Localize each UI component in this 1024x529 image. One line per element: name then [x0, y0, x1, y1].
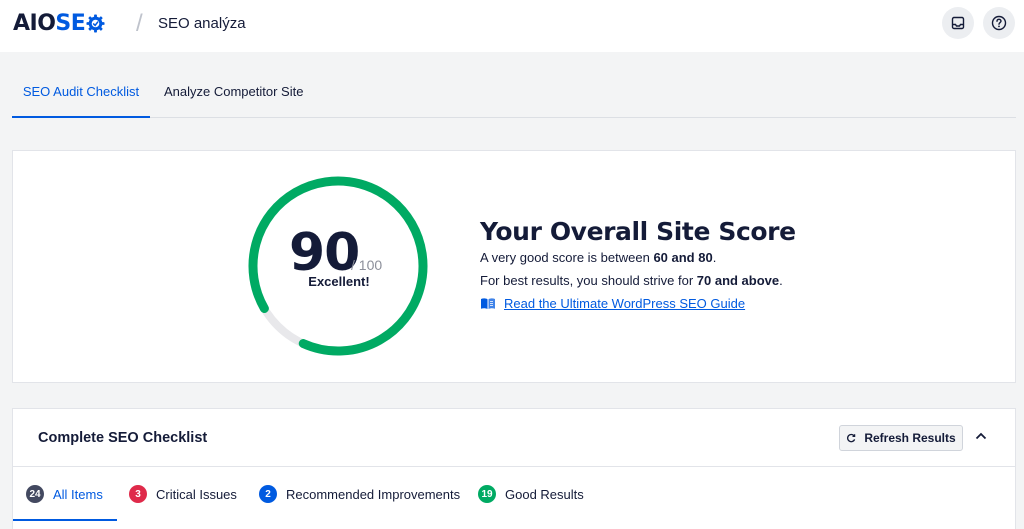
- recommended-count-badge: 2: [259, 485, 277, 503]
- all-items-count-badge: 24: [26, 485, 44, 503]
- score-rating: Excellent!: [308, 274, 370, 289]
- aioseo-logo[interactable]: AIO SE: [13, 11, 105, 36]
- page-title: SEO analýza: [158, 15, 246, 32]
- score-heading: Your Overall Site Score: [480, 217, 796, 246]
- audit-tabs: SEO Audit Checklist Analyze Competitor S…: [12, 70, 1016, 118]
- score-range-value: 60 and 80: [653, 250, 713, 265]
- tab-seo-audit-checklist[interactable]: SEO Audit Checklist: [12, 70, 150, 118]
- site-score-card: 90 / 100 Excellent! Your Overall Site Sc…: [12, 150, 1016, 383]
- seo-guide-link-row: Read the Ultimate WordPress SEO Guide: [480, 296, 745, 311]
- filter-good-results[interactable]: 19 Good Results: [478, 485, 584, 503]
- score-target-prefix: For best results, you should strive for: [480, 273, 697, 288]
- chevron-up-icon[interactable]: [974, 429, 988, 443]
- checklist-divider: [13, 466, 1015, 467]
- logo-gear-icon: [86, 14, 105, 33]
- good-results-label: Good Results: [505, 486, 584, 502]
- critical-count-badge: 3: [129, 485, 147, 503]
- active-filter-indicator: [13, 519, 117, 521]
- score-target-value: 70 and above: [696, 273, 780, 288]
- recommended-improvements-label: Recommended Improvements: [286, 486, 461, 502]
- all-items-label: All Items: [53, 486, 103, 502]
- inbox-icon: [951, 16, 965, 30]
- good-count-badge: 19: [478, 485, 496, 503]
- checklist-title: Complete SEO Checklist: [38, 430, 208, 446]
- score-max: / 100: [351, 257, 383, 273]
- filter-recommended-improvements[interactable]: 2 Recommended Improvements: [259, 485, 460, 503]
- tab-analyze-competitor-site[interactable]: Analyze Competitor Site: [164, 70, 304, 118]
- top-bar: AIO SE / SEO analýza: [0, 0, 1024, 52]
- filter-all-items[interactable]: 24 All Items: [26, 485, 103, 503]
- book-icon: [481, 298, 495, 309]
- score-range-text: A very good score is between 60 and 80.: [480, 250, 716, 265]
- seo-guide-link[interactable]: Read the Ultimate WordPress SEO Guide: [504, 296, 745, 311]
- notifications-button[interactable]: [942, 7, 974, 39]
- filter-critical-issues[interactable]: 3 Critical Issues: [129, 485, 237, 503]
- refresh-results-button[interactable]: Refresh Results: [839, 425, 963, 451]
- score-range-suffix: .: [712, 250, 717, 265]
- help-button[interactable]: [983, 7, 1015, 39]
- refresh-icon: [847, 433, 856, 443]
- score-target-suffix: .: [779, 273, 783, 288]
- refresh-results-label: Refresh Results: [864, 431, 956, 445]
- logo-prefix: AIO: [13, 11, 56, 36]
- logo-suffix-text: SE: [55, 11, 86, 36]
- score-range-prefix: A very good score is between: [480, 250, 654, 265]
- critical-issues-label: Critical Issues: [156, 486, 237, 502]
- score-target-text: For best results, you should strive for …: [480, 273, 783, 288]
- logo-suffix: SE: [55, 11, 105, 36]
- breadcrumb-separator: /: [136, 10, 143, 37]
- help-icon: [991, 15, 1007, 31]
- seo-checklist-card: Complete SEO Checklist Refresh Results 2…: [12, 408, 1016, 529]
